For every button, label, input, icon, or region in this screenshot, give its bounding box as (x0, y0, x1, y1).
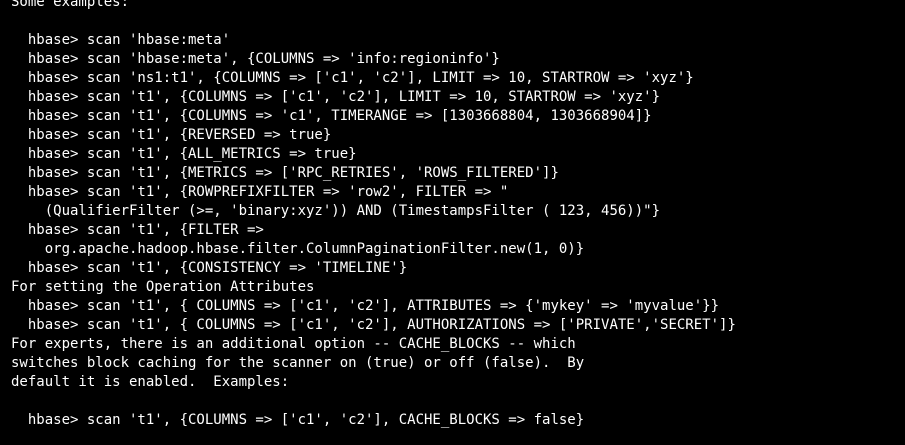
terminal-line: (QualifierFilter (>=, 'binary:xyz')) AND… (11, 203, 661, 219)
terminal-line: hbase> scan 't1', {METRICS => ['RPC_RETR… (11, 165, 559, 181)
terminal-line: hbase> scan 't1', {FILTER => (11, 222, 264, 238)
terminal-line: org.apache.hadoop.hbase.filter.ColumnPag… (11, 241, 585, 257)
terminal-line: hbase> scan 't1', {COLUMNS => ['c1', 'c2… (11, 412, 585, 428)
terminal-line: For setting the Operation Attributes (11, 279, 315, 295)
terminal-line: hbase> scan 'hbase:meta', {COLUMNS => 'i… (11, 51, 500, 67)
terminal-line: switches block caching for the scanner o… (11, 355, 585, 371)
terminal-line: hbase> scan 't1', {CONSISTENCY => 'TIMEL… (11, 260, 408, 276)
terminal-line: hbase> scan 't1', {REVERSED => true} (11, 127, 332, 143)
terminal-line: hbase> scan 't1', { COLUMNS => ['c1', 'c… (11, 298, 720, 314)
terminal-line: hbase> scan 't1', { COLUMNS => ['c1', 'c… (11, 317, 736, 333)
terminal-line: For experts, there is an additional opti… (11, 336, 576, 352)
terminal-line: hbase> scan 'ns1:t1', {COLUMNS => ['c1',… (11, 70, 694, 86)
terminal-line: hbase> scan 't1', {ALL_METRICS => true} (11, 146, 357, 162)
terminal-line: hbase> scan 't1', {COLUMNS => 'c1', TIME… (11, 108, 652, 124)
terminal-line: hbase> scan 'hbase:meta' (11, 32, 231, 48)
terminal-line: hbase> scan 't1', {COLUMNS => ['c1', 'c2… (11, 89, 661, 105)
terminal-output: Some examples: hbase> scan 'hbase:meta' … (11, 0, 905, 430)
terminal-window[interactable]: Some examples: hbase> scan 'hbase:meta' … (0, 0, 905, 445)
terminal-line: Some examples: (11, 0, 130, 10)
terminal-line: default it is enabled. Examples: (11, 374, 290, 390)
terminal-line: hbase> scan 't1', {ROWPREFIXFILTER => 'r… (11, 184, 509, 200)
